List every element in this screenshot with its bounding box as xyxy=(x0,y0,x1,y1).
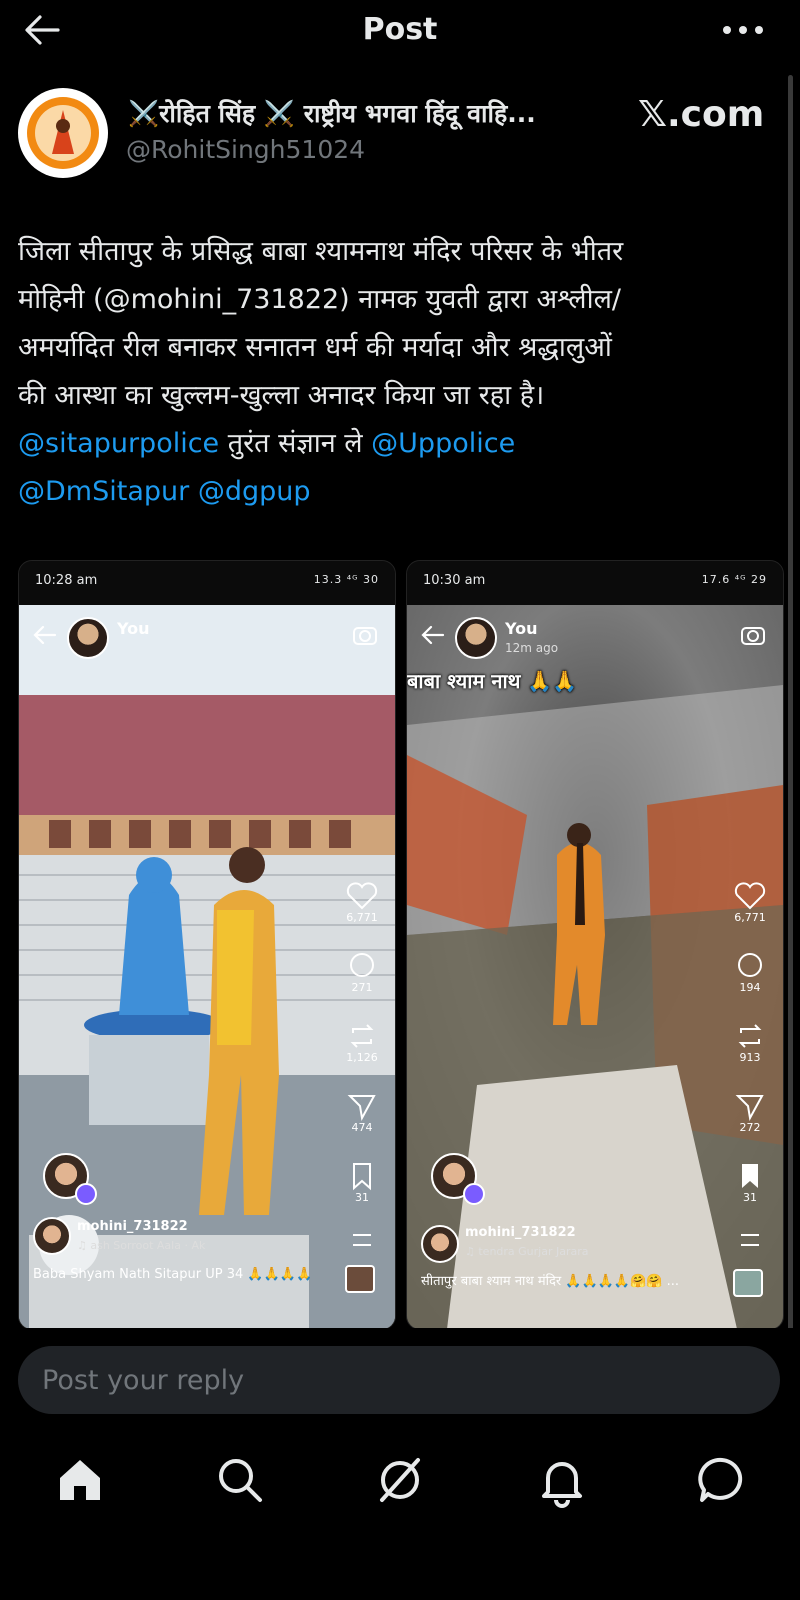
comments-count: 271 xyxy=(351,981,373,994)
messages-icon[interactable] xyxy=(694,1452,750,1508)
camera-icon xyxy=(739,621,767,649)
home-icon[interactable] xyxy=(52,1452,108,1508)
status-time: 10:28 am xyxy=(35,573,98,588)
heart-icon xyxy=(733,881,767,911)
dm-badge-icon xyxy=(75,1183,97,1205)
repost-icon xyxy=(345,1021,379,1051)
saves-count: 31 xyxy=(355,1191,369,1204)
reel-back-icon xyxy=(419,621,447,649)
reposts-count: 913 xyxy=(739,1051,761,1064)
comments-count: 194 xyxy=(739,981,761,994)
screenshot-status-bar: 10:28 am 13.3 ⁴ᴳ 30 xyxy=(19,561,395,605)
comment-icon xyxy=(345,951,379,981)
author-handle[interactable]: @RohitSingh51024 xyxy=(126,135,365,164)
bookmark-icon xyxy=(345,1161,379,1191)
mention-link[interactable]: @dgpup xyxy=(198,476,311,507)
media-image-1[interactable]: 10:28 am 13.3 ⁴ᴳ 30 You 6,771 271 1,126 … xyxy=(18,560,396,1330)
shares-count: 272 xyxy=(739,1121,761,1134)
post-line: की आस्था का खुल्लम-खुल्ला अनादर किया जा … xyxy=(18,380,545,411)
reel-scene: You 12m ago बाबा श्याम नाथ 🙏🙏 6,771 194 … xyxy=(407,605,783,1329)
saves-count: 31 xyxy=(743,1191,757,1204)
shares-count: 474 xyxy=(351,1121,373,1134)
mention-link[interactable]: @sitapurpolice xyxy=(18,428,219,459)
reel-you-label: You xyxy=(505,619,538,638)
post-line: जिला सीतापुर के प्रसिद्ध बाबा श्यामनाथ म… xyxy=(18,236,624,267)
bookmark-icon xyxy=(733,1161,767,1191)
reel-scene: You 6,771 271 1,126 474 31 mohini_731822… xyxy=(19,605,395,1329)
search-icon[interactable] xyxy=(212,1452,268,1508)
camera-icon xyxy=(351,621,379,649)
repost-icon xyxy=(733,1021,767,1051)
menu-lines-icon xyxy=(733,1225,767,1255)
screenshot-status-bar: 10:30 am 17.6 ⁴ᴳ 29 xyxy=(407,561,783,605)
mention-link[interactable]: @Uppolice xyxy=(371,428,515,459)
status-icons: 13.3 ⁴ᴳ 30 xyxy=(313,573,379,586)
share-icon xyxy=(733,1091,767,1122)
more-options-icon[interactable] xyxy=(718,16,768,44)
reel-audio: ♫ ash Sorroot Aala · Ak xyxy=(77,1239,206,1252)
reel-avatar xyxy=(455,617,497,659)
post-body: जिला सीतापुर के प्रसिद्ध बाबा श्यामनाथ म… xyxy=(18,228,778,516)
site-watermark: 𝕏.com xyxy=(638,94,765,135)
author-avatar[interactable] xyxy=(18,88,108,178)
likes-count: 6,771 xyxy=(734,911,766,924)
post-line: @DmSitapur @dgpup xyxy=(18,468,778,516)
reposts-count: 1,126 xyxy=(346,1051,378,1064)
comment-icon xyxy=(733,951,767,981)
post-text-fragment: तुरंत संज्ञान ले xyxy=(219,428,372,459)
grok-icon[interactable] xyxy=(372,1452,428,1508)
audio-thumb xyxy=(733,1269,763,1297)
reel-username: mohini_731822 xyxy=(465,1225,576,1240)
reel-overlay-text: बाबा श्याम नाथ 🙏🙏 xyxy=(407,669,578,693)
reel-audio: ♫ tendra Gurjar Jarara xyxy=(465,1245,589,1258)
status-time: 10:30 am xyxy=(423,573,486,588)
audio-thumb xyxy=(345,1265,375,1293)
user-avatar xyxy=(33,1217,71,1255)
reel-time-ago: 12m ago xyxy=(505,641,559,655)
top-bar: Post xyxy=(0,0,800,62)
author-name[interactable]: ⚔️रोहित सिंह ⚔️ राष्ट्रीय भगवा हिंदू वाह… xyxy=(128,96,618,130)
media-image-2[interactable]: 10:30 am 17.6 ⁴ᴳ 29 You 12m ago बाबा श्य… xyxy=(406,560,784,1330)
heart-icon xyxy=(345,881,379,911)
notifications-bell-icon[interactable] xyxy=(534,1452,590,1508)
reel-caption: सीतापुर बाबा श्याम नाथ मंदिर 🙏🙏🙏🙏🤗🤗 ... xyxy=(421,1274,679,1289)
post-line: @sitapurpolice तुरंत संज्ञान ले @Uppolic… xyxy=(18,420,778,468)
reel-avatar xyxy=(67,617,109,659)
page-title: Post xyxy=(362,12,438,47)
reel-you-label: You xyxy=(117,619,150,638)
share-icon xyxy=(345,1091,379,1122)
menu-lines-icon xyxy=(345,1225,379,1255)
reel-back-icon xyxy=(31,621,59,649)
likes-count: 6,771 xyxy=(346,911,378,924)
mention-link[interactable]: @DmSitapur xyxy=(18,476,189,507)
post-line: अमर्यादित रील बनाकर सनातन धर्म की मर्याद… xyxy=(18,332,612,363)
user-avatar xyxy=(421,1225,459,1263)
reply-input[interactable] xyxy=(18,1346,780,1414)
scrollbar[interactable] xyxy=(788,75,793,1340)
reel-caption: Baba Shyam Nath Sitapur UP 34 🙏🙏🙏🙏 xyxy=(33,1267,313,1282)
status-icons: 17.6 ⁴ᴳ 29 xyxy=(701,573,767,586)
reel-username: mohini_731822 xyxy=(77,1219,188,1234)
dm-badge-icon xyxy=(463,1183,485,1205)
post-line: मोहिनी (@mohini_731822) नामक युवती द्वार… xyxy=(18,284,621,315)
